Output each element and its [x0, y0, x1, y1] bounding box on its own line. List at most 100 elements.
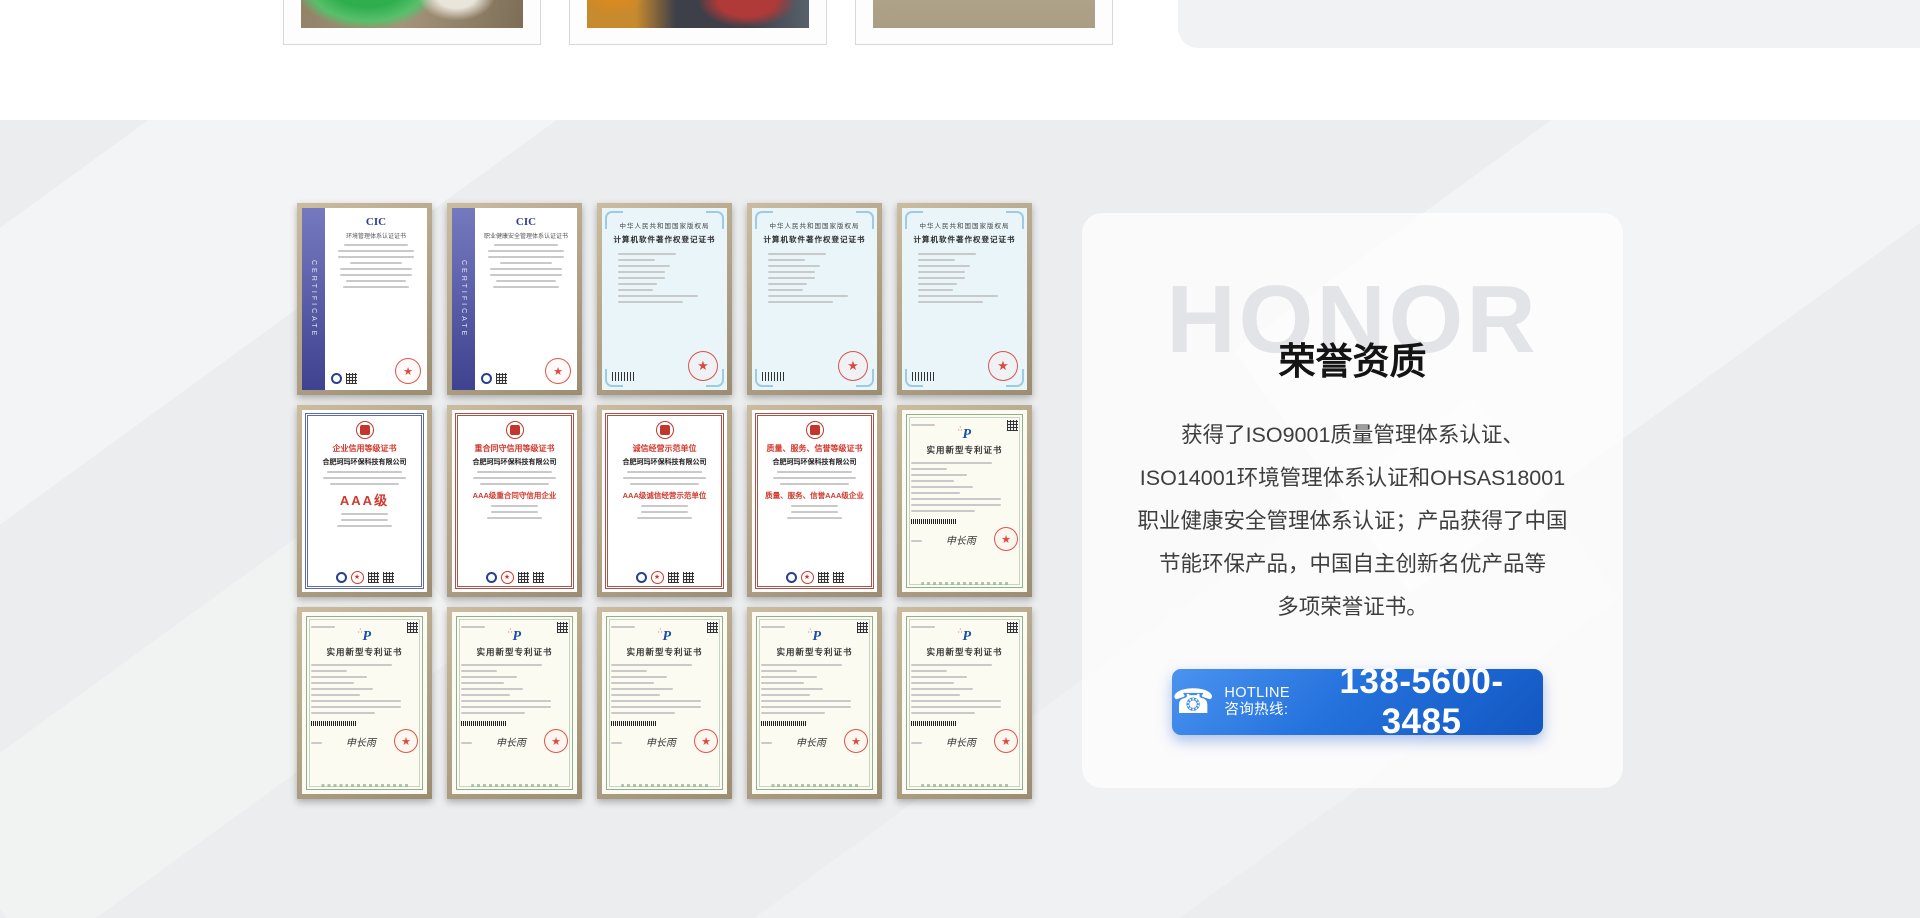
- certificate-item[interactable]: 中华人民共和国国家版权局 计算机软件著作权登记证书 ★: [597, 203, 732, 395]
- cnipa-logo-icon: ∴P: [311, 627, 418, 645]
- certificate-item[interactable]: CERTIFICATE CIC 职业健康安全管理体系认证证书 ★: [447, 203, 582, 395]
- ornate-border: [455, 413, 574, 589]
- section-title: 荣誉资质: [1082, 331, 1623, 385]
- certificate-item[interactable]: 质量、服务、信誉等级证书 合肥珂玛环保科技有限公司 质量、服务、信誉AAA级企业…: [747, 405, 882, 597]
- certificate-item[interactable]: 重合同守信用等级证书 合肥珂玛环保科技有限公司 AAA级重合同守信用企业 ★: [447, 405, 582, 597]
- signature: 申长雨: [796, 734, 826, 749]
- qr-code-icon: [383, 572, 394, 583]
- barcode-icon: [311, 721, 357, 726]
- corner-flourish-icon: [905, 211, 923, 229]
- certificate-title: 计算机软件著作权登记证书: [760, 234, 869, 245]
- barcode-icon: [461, 721, 507, 726]
- certificate-title: 实用新型专利证书: [911, 646, 1018, 658]
- barcode-icon: [911, 721, 957, 726]
- qr-code-icon: [683, 572, 694, 583]
- signature: 申长雨: [946, 532, 976, 547]
- certificate-item[interactable]: ∴P 实用新型专利证书 申长雨 ★: [597, 607, 732, 799]
- issuing-authority: 中华人民共和国国家版权局: [760, 220, 869, 230]
- certificate-item[interactable]: 中华人民共和国国家版权局 计算机软件著作权登记证书 ★: [747, 203, 882, 395]
- red-seal-icon: ★: [694, 729, 718, 753]
- qr-code-icon: [857, 622, 868, 633]
- star-stamp-icon: ★: [351, 571, 364, 584]
- green-flourish-icon: [471, 784, 559, 787]
- red-star-seal-icon: ★: [838, 351, 868, 381]
- qr-code-icon: [518, 572, 529, 583]
- qr-code-icon: [818, 572, 829, 583]
- certificate-title: 实用新型专利证书: [611, 646, 718, 658]
- certificate-item[interactable]: 诚信经营示范单位 合肥珂玛环保科技有限公司 AAA级诚信经营示范单位 ★: [597, 405, 732, 597]
- machinery-photo: [587, 0, 809, 28]
- corner-flourish-icon: [856, 211, 874, 229]
- certificate-item[interactable]: ∴P 实用新型专利证书 申长雨 ★: [897, 405, 1032, 597]
- barcode-icon: [911, 519, 957, 524]
- ornate-border: [755, 413, 874, 589]
- company-name: 合肥珂玛环保科技有限公司: [611, 457, 718, 467]
- red-star-seal-icon: ★: [688, 351, 718, 381]
- certificate-title: 质量、服务、信誉等级证书: [761, 443, 868, 454]
- qr-code-icon: [407, 622, 418, 633]
- cic-logo: CIC: [366, 216, 386, 228]
- cnipa-logo-icon: ∴P: [761, 627, 868, 645]
- certificate-title: 环境管理体系认证证书: [346, 231, 406, 240]
- certificate-title: 实用新型专利证书: [911, 444, 1018, 456]
- corner-flourish-icon: [755, 211, 773, 229]
- certificate-title: 实用新型专利证书: [461, 646, 568, 658]
- qr-code-icon: [1007, 622, 1018, 633]
- project-photo-card-3[interactable]: [855, 0, 1113, 45]
- description-line: 获得了ISO9001质量管理体系认证、: [1114, 414, 1591, 457]
- corner-flourish-icon: [706, 211, 724, 229]
- green-flourish-icon: [921, 784, 1009, 787]
- certificate-item[interactable]: CERTIFICATE CIC 环境管理体系认证证书 ★: [297, 203, 432, 395]
- hotline-button[interactable]: ☎ HOTLINE 咨询热线: 138-5600-3485: [1172, 669, 1543, 735]
- corner-flourish-icon: [605, 211, 623, 229]
- cnipa-logo-icon: ∴P: [911, 425, 1018, 443]
- star-stamp-icon: ★: [501, 571, 514, 584]
- red-seal-icon: ★: [545, 358, 571, 384]
- award-grade: 质量、服务、信誉AAA级企业: [761, 490, 868, 501]
- signature: 申长雨: [496, 734, 526, 749]
- award-grade: AAA级: [311, 490, 418, 509]
- cic-logo: CIC: [516, 216, 536, 228]
- certificate-item[interactable]: ∴P 实用新型专利证书 申长雨 ★: [447, 607, 582, 799]
- concrete-pit-photo: [873, 0, 1095, 28]
- corner-flourish-icon: [1006, 211, 1024, 229]
- signature: 申长雨: [346, 734, 376, 749]
- certificate-item[interactable]: ∴P 实用新型专利证书 申长雨 ★: [747, 607, 882, 799]
- red-emblem-icon: [656, 421, 674, 439]
- cic-certificate-band: CERTIFICATE: [452, 208, 475, 390]
- certificate-item[interactable]: ∴P 实用新型专利证书 申长雨 ★: [897, 607, 1032, 799]
- qr-code-icon: [496, 373, 507, 384]
- certificate-item[interactable]: ∴P 实用新型专利证书 申长雨 ★: [297, 607, 432, 799]
- star-stamp-icon: ★: [651, 571, 664, 584]
- qr-code-icon: [346, 373, 357, 384]
- certificate-item[interactable]: 中华人民共和国国家版权局 计算机软件著作权登记证书 ★: [897, 203, 1032, 395]
- certificate-title: 企业信用等级证书: [311, 443, 418, 454]
- barcode-icon: [761, 721, 807, 726]
- green-flourish-icon: [771, 784, 859, 787]
- hotline-number: 138-5600-3485: [1300, 662, 1543, 742]
- red-emblem-icon: [806, 421, 824, 439]
- certificates-grid: CERTIFICATE CIC 环境管理体系认证证书 ★ CERTIFICATE…: [297, 203, 1032, 799]
- red-seal-icon: ★: [395, 358, 421, 384]
- red-emblem-icon: [356, 421, 374, 439]
- project-photo-card-1[interactable]: [283, 0, 541, 45]
- certificate-item[interactable]: 企业信用等级证书 合肥珂玛环保科技有限公司 AAA级 ★: [297, 405, 432, 597]
- cnipa-logo-icon: ∴P: [611, 627, 718, 645]
- hotline-label-en: HOTLINE: [1224, 685, 1290, 702]
- certificate-title: 诚信经营示范单位: [611, 443, 718, 454]
- cic-mark-icon: [481, 373, 492, 384]
- signature: 申长雨: [946, 734, 976, 749]
- ornate-border: [605, 413, 724, 589]
- red-emblem-icon: [506, 421, 524, 439]
- certification-mark-icon: [486, 572, 497, 583]
- description-line: 节能环保产品，中国自主创新名优产品等: [1114, 543, 1591, 586]
- company-name: 合肥珂玛环保科技有限公司: [311, 457, 418, 467]
- certificate-title: 计算机软件著作权登记证书: [910, 234, 1019, 245]
- project-photo-card-2[interactable]: [569, 0, 827, 45]
- qr-code-icon: [368, 572, 379, 583]
- qr-code-icon: [533, 572, 544, 583]
- red-seal-icon: ★: [994, 729, 1018, 753]
- phone-icon: ☎: [1172, 685, 1214, 719]
- signature: 申长雨: [646, 734, 676, 749]
- excavation-photo: [301, 0, 523, 28]
